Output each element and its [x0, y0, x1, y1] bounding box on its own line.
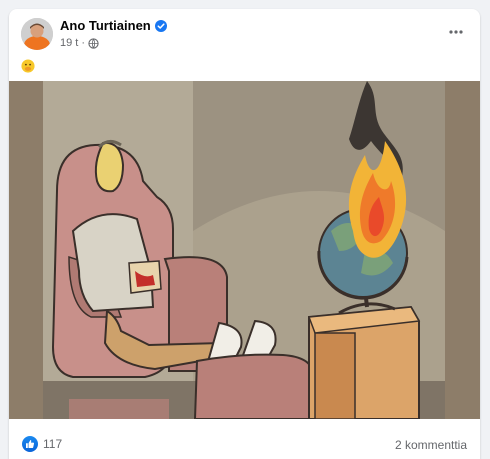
- like-reaction-badge: [22, 436, 38, 452]
- post-meta: 19 t ·: [60, 37, 99, 49]
- globe-icon[interactable]: [88, 37, 99, 49]
- post-footer: 117 2 kommenttia: [9, 419, 480, 459]
- comic-illustration: [9, 81, 480, 420]
- post-time[interactable]: 19 t: [60, 37, 78, 49]
- thumbs-up-icon: [26, 440, 35, 448]
- author-row: Ano Turtiainen: [60, 18, 167, 33]
- post-image[interactable]: [9, 81, 480, 420]
- reactions-summary[interactable]: 117: [22, 436, 62, 452]
- author-avatar[interactable]: [21, 18, 53, 50]
- more-options-icon: [449, 30, 463, 34]
- author-name[interactable]: Ano Turtiainen: [60, 18, 151, 33]
- comment-count-link[interactable]: 2 kommenttia: [395, 438, 467, 452]
- like-count: 117: [43, 437, 63, 451]
- post-card: Ano Turtiainen 19 t · 🫢: [9, 9, 480, 459]
- more-options-button[interactable]: [444, 20, 468, 44]
- verified-badge-icon: [154, 19, 167, 32]
- meta-separator: ·: [81, 37, 86, 49]
- face-with-open-eyes-and-hand-over-mouth-emoji: [21, 59, 35, 73]
